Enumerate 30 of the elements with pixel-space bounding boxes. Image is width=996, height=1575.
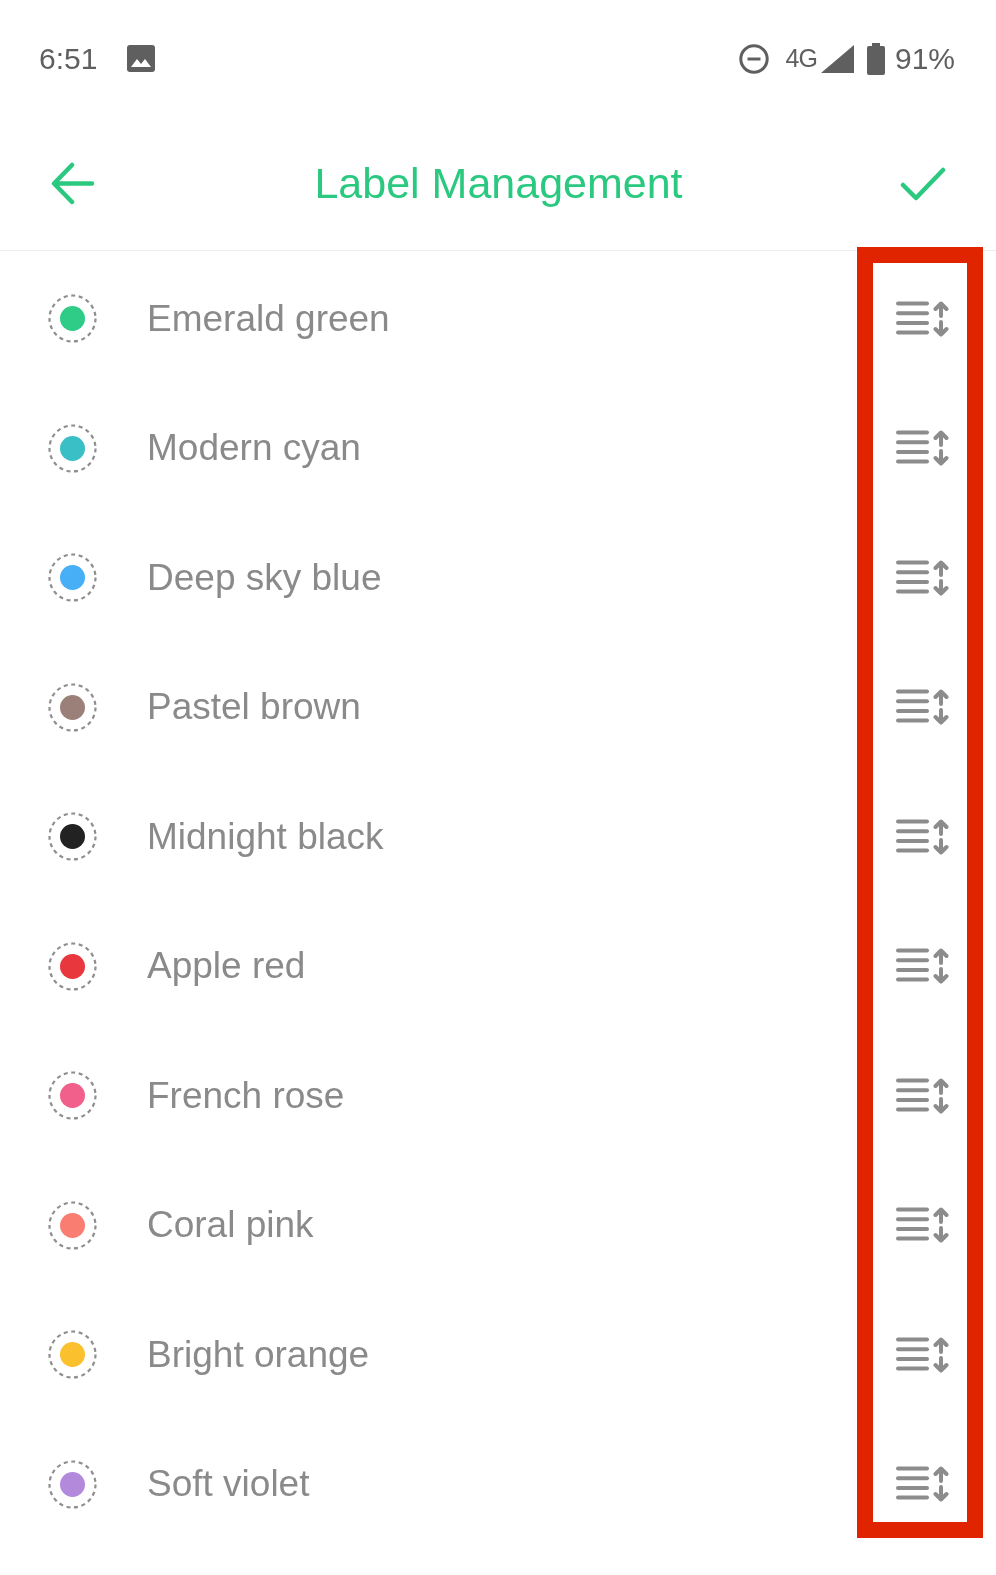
label-name: Coral pink (147, 1203, 315, 1248)
label-name: Modern cyan (147, 426, 362, 471)
reorder-icon[interactable] (896, 559, 950, 596)
label-name: Deep sky blue (147, 555, 383, 600)
confirm-check-icon[interactable] (900, 166, 946, 201)
label-name: Apple red (147, 944, 307, 989)
reorder-icon[interactable] (896, 1466, 950, 1503)
battery-icon (866, 42, 885, 75)
reorder-icon[interactable] (896, 1207, 950, 1244)
label-name: Pastel brown (147, 685, 362, 730)
reorder-icon[interactable] (896, 818, 950, 855)
label-name: Midnight black (147, 814, 385, 859)
label-name: French rose (147, 1073, 346, 1118)
label-name: Bright orange (147, 1332, 371, 1377)
network-type: 4G (785, 46, 817, 71)
clock-time: 6:51 (39, 43, 98, 74)
reorder-icon[interactable] (896, 1077, 950, 1114)
reorder-icon[interactable] (896, 430, 950, 467)
reorder-icon[interactable] (896, 300, 950, 337)
label-name: Emerald green (147, 296, 391, 341)
label-name: Soft violet (147, 1462, 311, 1507)
signal-icon (820, 44, 854, 73)
back-icon[interactable] (51, 162, 95, 205)
reorder-icon[interactable] (896, 948, 950, 985)
battery-percent: 91% (894, 43, 955, 74)
image-icon (127, 45, 156, 72)
reorder-icon[interactable] (896, 1336, 950, 1373)
screen-title: Label Management (314, 157, 683, 209)
reorder-icon[interactable] (896, 689, 950, 726)
do-not-disturb-icon (738, 43, 769, 74)
